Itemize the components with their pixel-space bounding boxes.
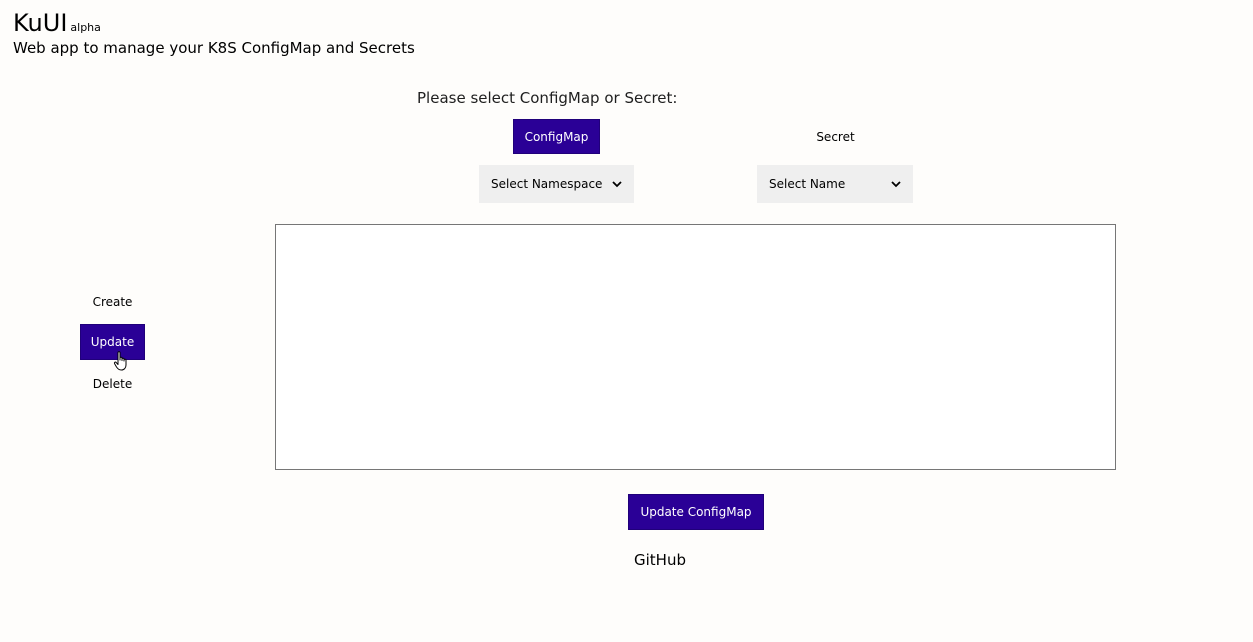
update-action-button[interactable]: Update [80,324,145,360]
brand-tag: alpha [70,21,101,34]
configmap-type-button[interactable]: ConfigMap [513,119,600,154]
secret-type-button[interactable]: Secret [792,119,879,154]
create-action-button[interactable]: Create [80,284,145,319]
selection-prompt: Please select ConfigMap or Secret: [417,89,678,107]
update-configmap-button[interactable]: Update ConfigMap [628,494,764,530]
delete-action-button[interactable]: Delete [80,366,145,401]
name-select[interactable]: Select Name [757,165,913,203]
namespace-select[interactable]: Select Namespace [479,165,634,203]
config-editor[interactable] [275,224,1116,470]
github-link[interactable]: GitHub [634,550,686,570]
namespace-select-value: Select Namespace [491,177,603,191]
chevron-down-icon [891,180,901,187]
brand-name: KuUI [13,9,68,37]
chevron-down-icon [612,180,622,187]
name-select-value: Select Name [769,177,846,191]
app-subtitle: Web app to manage your K8S ConfigMap and… [13,39,415,57]
